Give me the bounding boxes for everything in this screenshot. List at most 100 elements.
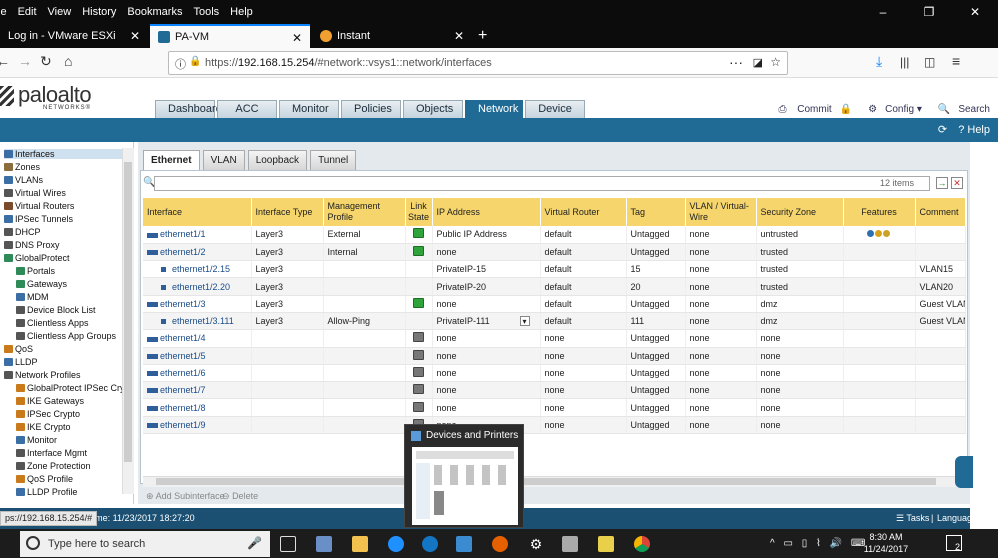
col-interface[interactable]: Interface bbox=[143, 198, 252, 226]
putty-icon[interactable] bbox=[598, 536, 614, 552]
home-icon[interactable]: ⌂ bbox=[64, 53, 72, 69]
tab-dashboard[interactable]: Dashboard bbox=[155, 100, 222, 118]
interface-link[interactable]: ethernet1/5 bbox=[160, 351, 206, 361]
table-row[interactable]: ethernet1/6 none none Untagged none none bbox=[143, 364, 966, 383]
tab-objects[interactable]: Objects bbox=[403, 100, 463, 118]
help-link[interactable]: ? Help bbox=[958, 124, 990, 136]
sidebar-item-dns-proxy[interactable]: DNS Proxy bbox=[4, 240, 60, 250]
col-virtual-router[interactable]: Virtual Router bbox=[540, 198, 627, 226]
table-row[interactable]: ethernet1/8 none none Untagged none none bbox=[143, 398, 966, 417]
tab-pa-vm[interactable]: PA-VM ✕ bbox=[150, 24, 310, 48]
interface-link[interactable]: ethernet1/7 bbox=[160, 385, 206, 395]
hamburger-menu-icon[interactable]: ≡ bbox=[952, 53, 960, 69]
table-row[interactable]: ethernet1/3.111 Layer3 Allow-Ping PrivateIP… bbox=[143, 312, 966, 331]
link-up-icon[interactable] bbox=[413, 297, 424, 308]
tab-esxi[interactable]: Log in - VMware ESXi ✕ bbox=[0, 24, 148, 48]
sidebar-item-dhcp[interactable]: DHCP bbox=[4, 227, 41, 237]
tray-wifi-icon[interactable]: ⌇ bbox=[816, 538, 821, 549]
link-down-icon[interactable] bbox=[413, 384, 424, 395]
taskbar-clock[interactable]: 8:30 AM 11/24/2017 bbox=[856, 531, 916, 555]
commit-link[interactable]: ⎙ Commit bbox=[770, 104, 831, 115]
menu-file[interactable]: le bbox=[0, 6, 7, 18]
link-up-icon[interactable] bbox=[413, 245, 424, 256]
filter-input[interactable] bbox=[154, 176, 930, 191]
interface-link[interactable]: ethernet1/3.111 bbox=[172, 316, 234, 326]
menu-bookmarks[interactable]: Bookmarks bbox=[127, 6, 182, 18]
action-center-icon[interactable]: 2 bbox=[946, 535, 962, 552]
refresh-icon[interactable]: ⟳ bbox=[938, 124, 947, 136]
file-explorer-icon[interactable] bbox=[352, 536, 368, 552]
menu-tools[interactable]: Tools bbox=[193, 6, 219, 18]
firefox-icon[interactable] bbox=[492, 536, 508, 552]
interface-link[interactable]: ethernet1/2 bbox=[160, 247, 206, 257]
interface-link[interactable]: ethernet1/2.15 bbox=[172, 264, 230, 274]
address-bar[interactable]: ⓘ 🔒 https://192.168.15.254/#network::vsy… bbox=[168, 51, 788, 75]
interface-link[interactable]: ethernet1/2.20 bbox=[172, 282, 230, 292]
add-subinterface-button[interactable]: ⊕ Add Subinterface bbox=[146, 491, 225, 502]
sidebar-item-zones[interactable]: Zones bbox=[4, 162, 40, 172]
interface-link[interactable]: ethernet1/9 bbox=[160, 420, 206, 430]
link-down-icon[interactable] bbox=[413, 401, 424, 412]
sidebar-toggle-icon[interactable]: ◫ bbox=[924, 55, 935, 69]
back-icon[interactable]: ← bbox=[0, 53, 10, 69]
interface-link[interactable]: ethernet1/3 bbox=[160, 299, 206, 309]
col-comment[interactable]: Comment bbox=[915, 198, 966, 226]
menu-history[interactable]: History bbox=[82, 6, 116, 18]
vmware-icon[interactable] bbox=[562, 536, 578, 552]
table-row[interactable]: ethernet1/3 Layer3 none default Untagged none… bbox=[143, 295, 966, 313]
download-icon[interactable]: ⤓ bbox=[876, 53, 882, 70]
tab-network[interactable]: Network bbox=[465, 100, 523, 118]
link-up-icon[interactable] bbox=[413, 228, 424, 239]
interface-link[interactable]: ethernet1/8 bbox=[160, 403, 206, 413]
tasks-link[interactable]: ☰ Tasks bbox=[896, 513, 929, 524]
dhcp-feature-icon[interactable] bbox=[867, 230, 874, 238]
table-row[interactable]: ethernet1/7 none none Untagged none none bbox=[143, 381, 966, 400]
sidebar-item-clientless-apps[interactable]: Clientless Apps bbox=[16, 318, 89, 328]
delete-button[interactable]: ⊖ Delete bbox=[222, 491, 258, 502]
nat-feature-icon[interactable] bbox=[875, 230, 882, 238]
forward-icon[interactable]: → bbox=[18, 53, 32, 69]
close-tab-icon[interactable]: ✕ bbox=[130, 29, 140, 43]
table-row[interactable]: ethernet1/2 Layer3 Internal none default Unta… bbox=[143, 243, 966, 262]
table-hscroll-thumb[interactable] bbox=[156, 478, 936, 485]
reload-icon[interactable]: ↻ bbox=[40, 53, 52, 70]
sidebar-item-clientless-app-groups[interactable]: Clientless App Groups bbox=[16, 331, 116, 341]
tab-instant[interactable]: Instant ✕ bbox=[312, 24, 472, 48]
sidebar-item-lldp-profile[interactable]: LLDP Profile bbox=[16, 487, 77, 497]
sidebar-item-network-profiles[interactable]: Network Profiles bbox=[4, 370, 81, 380]
close-tab-icon[interactable]: ✕ bbox=[454, 29, 464, 43]
sidebar-item-virtual-routers[interactable]: Virtual Routers bbox=[4, 201, 74, 211]
info-icon[interactable]: ⓘ bbox=[175, 56, 186, 72]
col-vlan-virtual-wire[interactable]: VLAN / Virtual-Wire bbox=[685, 198, 757, 226]
restore-button[interactable]: ❐ bbox=[906, 0, 952, 24]
search-link[interactable]: 🔍 Search bbox=[930, 104, 990, 115]
taskbar-search-input[interactable]: Type here to search 🎤 bbox=[20, 531, 270, 557]
sidebar-item-lldp[interactable]: LLDP bbox=[4, 357, 38, 367]
sidebar-item-mdm[interactable]: MDM bbox=[16, 292, 49, 302]
network-app-icon[interactable] bbox=[316, 536, 332, 552]
close-window-button[interactable]: ✕ bbox=[952, 0, 998, 24]
sidebar-item-portals[interactable]: Portals bbox=[16, 266, 55, 276]
teamviewer-icon[interactable] bbox=[422, 536, 438, 552]
library-icon[interactable]: ||| bbox=[900, 55, 909, 69]
sidebar-item-zone-protection[interactable]: Zone Protection bbox=[16, 461, 91, 471]
sidebar-item-ike-crypto[interactable]: IKE Crypto bbox=[16, 422, 71, 432]
link-down-icon[interactable] bbox=[413, 349, 424, 360]
col-tag[interactable]: Tag bbox=[626, 198, 686, 226]
new-tab-button[interactable]: + bbox=[478, 24, 487, 48]
sidebar-item-interfaces[interactable]: Interfaces bbox=[4, 149, 122, 159]
sidebar-item-qos[interactable]: QoS bbox=[4, 344, 33, 354]
lock-icon[interactable]: 🔒 bbox=[840, 104, 852, 115]
menu-view[interactable]: View bbox=[48, 6, 72, 18]
tray-battery-icon[interactable]: ▯ bbox=[802, 538, 808, 549]
sidebar-item-ipsec-tunnels[interactable]: IPSec Tunnels bbox=[4, 214, 73, 224]
chat-bubble-icon[interactable] bbox=[955, 456, 973, 488]
interface-link[interactable]: ethernet1/4 bbox=[160, 333, 206, 343]
menu-help[interactable]: Help bbox=[230, 6, 253, 18]
tray-chevron-icon[interactable]: ^ bbox=[770, 538, 775, 549]
col-link-state[interactable]: Link State bbox=[405, 198, 433, 226]
minimize-button[interactable]: – bbox=[860, 0, 906, 24]
subtab-loopback[interactable]: Loopback bbox=[247, 150, 308, 170]
bookmark-star-icon[interactable]: ☆ bbox=[770, 55, 781, 69]
sidebar-item-ike-gateways[interactable]: IKE Gateways bbox=[16, 396, 84, 406]
